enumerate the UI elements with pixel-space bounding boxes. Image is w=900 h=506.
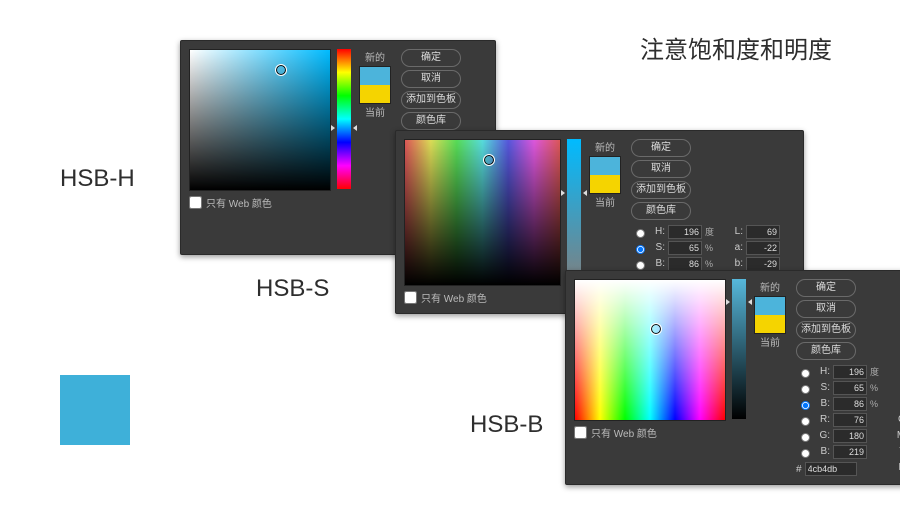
web-only-label: 只有 Web 颜色 xyxy=(591,425,657,440)
color-cursor[interactable] xyxy=(651,324,661,334)
web-only-row[interactable]: 只有 Web 颜色 xyxy=(574,425,726,440)
label-hsb-s: HSB-S xyxy=(256,275,329,303)
swatch-current[interactable] xyxy=(360,85,390,103)
input-l[interactable] xyxy=(746,225,780,239)
sat-strip[interactable] xyxy=(567,139,581,284)
radio-r[interactable] xyxy=(801,417,810,426)
radio-s[interactable] xyxy=(801,385,810,394)
radio-b[interactable] xyxy=(636,261,645,270)
input-a[interactable] xyxy=(746,241,780,255)
current-label: 当前 xyxy=(595,194,615,209)
cancel-button[interactable]: 取消 xyxy=(631,160,691,178)
radio-h[interactable] xyxy=(636,229,645,238)
add-swatch-button[interactable]: 添加到色板 xyxy=(401,91,461,109)
cancel-button[interactable]: 取消 xyxy=(796,300,856,318)
swatch-pair xyxy=(359,66,391,104)
strip-marker[interactable] xyxy=(728,299,750,305)
color-lib-button[interactable]: 颜色库 xyxy=(631,202,691,220)
current-label: 当前 xyxy=(760,334,780,349)
swatch-current[interactable] xyxy=(755,315,785,333)
cancel-button[interactable]: 取消 xyxy=(401,70,461,88)
radio-h[interactable] xyxy=(801,369,810,378)
strip-marker[interactable] xyxy=(563,190,585,196)
radio-b[interactable] xyxy=(801,401,810,410)
web-only-row[interactable]: 只有 Web 颜色 xyxy=(189,195,331,210)
color-cursor[interactable] xyxy=(484,155,494,165)
color-lib-button[interactable]: 颜色库 xyxy=(401,112,461,130)
hue-marker[interactable] xyxy=(333,125,355,131)
radio-g[interactable] xyxy=(801,433,810,442)
new-label: 新的 xyxy=(760,279,780,294)
label-hsb-b: HSB-B xyxy=(470,411,543,439)
page-heading: 注意饱和度和明度 xyxy=(640,30,832,65)
swatch-pair xyxy=(754,296,786,334)
input-g[interactable] xyxy=(833,429,867,443)
input-s[interactable] xyxy=(668,241,702,255)
input-h[interactable] xyxy=(668,225,702,239)
input-b[interactable] xyxy=(833,397,867,411)
web-only-label: 只有 Web 颜色 xyxy=(206,195,272,210)
add-swatch-button[interactable]: 添加到色板 xyxy=(631,181,691,199)
bri-strip[interactable] xyxy=(732,279,746,419)
web-only-checkbox[interactable] xyxy=(404,291,417,304)
color-cursor[interactable] xyxy=(276,65,286,75)
ok-button[interactable]: 确定 xyxy=(796,279,856,297)
input-h[interactable] xyxy=(833,365,867,379)
result-swatch xyxy=(60,375,130,445)
color-lib-button[interactable]: 颜色库 xyxy=(796,342,856,360)
input-hex[interactable] xyxy=(805,462,857,476)
swatch-current[interactable] xyxy=(590,175,620,193)
swatch-new[interactable] xyxy=(755,297,785,315)
color-field-h[interactable] xyxy=(189,49,331,191)
input-b[interactable] xyxy=(668,257,702,271)
web-only-checkbox[interactable] xyxy=(574,426,587,439)
web-only-checkbox[interactable] xyxy=(189,196,202,209)
hue-strip[interactable] xyxy=(337,49,351,189)
label-hsb-h: HSB-H xyxy=(60,165,135,193)
swatch-new[interactable] xyxy=(360,67,390,85)
ok-button[interactable]: 确定 xyxy=(401,49,461,67)
swatch-pair xyxy=(589,156,621,194)
web-only-row[interactable]: 只有 Web 颜色 xyxy=(404,290,561,305)
radio-s[interactable] xyxy=(636,245,645,254)
new-label: 新的 xyxy=(595,139,615,154)
color-field-s[interactable] xyxy=(404,139,561,286)
input-s[interactable] xyxy=(833,381,867,395)
ok-button[interactable]: 确定 xyxy=(631,139,691,157)
radio-bv[interactable] xyxy=(801,449,810,458)
web-only-label: 只有 Web 颜色 xyxy=(421,290,487,305)
input-r[interactable] xyxy=(833,413,867,427)
new-label: 新的 xyxy=(365,49,385,64)
color-field-b[interactable] xyxy=(574,279,726,421)
add-swatch-button[interactable]: 添加到色板 xyxy=(796,321,856,339)
color-picker-b: 只有 Web 颜色 新的 当前 确定 取消 添加到色板 颜色库 H:度 S:% … xyxy=(565,270,900,485)
input-bv[interactable] xyxy=(833,445,867,459)
current-label: 当前 xyxy=(365,104,385,119)
input-bb[interactable] xyxy=(746,257,780,271)
swatch-new[interactable] xyxy=(590,157,620,175)
